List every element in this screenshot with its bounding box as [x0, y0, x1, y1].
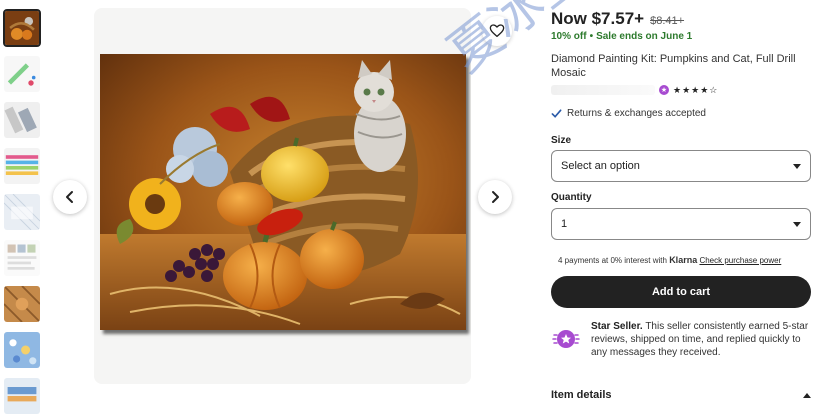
product-title: Diamond Painting Kit: Pumpkins and Cat, …: [551, 53, 796, 79]
returns-label: Returns & exchanges accepted: [567, 108, 706, 119]
main-image-viewer: [94, 8, 471, 384]
star-seller-text: Star Seller. This seller consistently ea…: [591, 320, 813, 359]
thumbnail-strip: [0, 6, 46, 414]
thumbnail-3[interactable]: [3, 101, 41, 139]
sale-info: 10% off • Sale ends on June 1: [551, 31, 693, 42]
thumbnail-1[interactable]: [3, 9, 41, 47]
size-label: Size: [551, 135, 572, 146]
klarna-info: 4 payments at 0% interest with Klarna Ch…: [558, 255, 781, 265]
discount-label: 10% off: [551, 31, 587, 42]
caret-down-icon: [793, 163, 801, 169]
caret-down-icon: [793, 221, 801, 227]
star-seller-badge: Star Seller.: [591, 321, 643, 332]
returns-policy: Returns & exchanges accepted: [551, 108, 706, 119]
klarna-prefix: 4 payments at 0% interest with: [558, 256, 667, 265]
item-details-toggle[interactable]: Item details: [551, 389, 811, 401]
chevron-left-icon: [66, 191, 73, 203]
quantity-select[interactable]: 1: [551, 208, 811, 240]
star-seller-info: Star Seller. This seller consistently ea…: [551, 320, 813, 359]
thumbnail-9[interactable]: [3, 377, 41, 415]
quantity-select-value: 1: [561, 218, 568, 230]
favorite-button[interactable]: [482, 16, 512, 46]
thumbnail-5[interactable]: [3, 193, 41, 231]
sale-end-label: Sale ends on June 1: [596, 31, 693, 42]
price-row: Now $7.57+ $8.41+: [551, 9, 684, 29]
rating-stars[interactable]: ★★★★☆: [673, 85, 718, 96]
size-select-value: Select an option: [561, 160, 640, 172]
klarna-link[interactable]: Check purchase power: [699, 256, 781, 265]
chevron-up-icon: [803, 392, 811, 398]
chevron-right-icon: [492, 191, 499, 203]
star-seller-badge-icon: ★: [659, 85, 669, 95]
previous-image-button[interactable]: [53, 180, 87, 214]
klarna-brand: Klarna: [669, 255, 698, 265]
size-select[interactable]: Select an option: [551, 150, 811, 182]
current-price: Now $7.57+: [551, 9, 645, 28]
item-details-label: Item details: [551, 389, 612, 401]
product-info-panel: Now $7.57+ $8.41+ 10% off • Sale ends on J…: [551, 0, 813, 402]
thumbnail-4[interactable]: [3, 147, 41, 185]
original-price: $8.41+: [650, 15, 685, 27]
star-seller-icon: [552, 330, 580, 348]
thumbnail-8[interactable]: [3, 331, 41, 369]
add-to-cart-button[interactable]: Add to cart: [551, 276, 811, 308]
shop-rating-row: ★ ★★★★☆: [551, 84, 813, 96]
next-image-button[interactable]: [478, 180, 512, 214]
thumbnail-2[interactable]: [3, 55, 41, 93]
quantity-label: Quantity: [551, 192, 592, 203]
heart-icon: [489, 24, 505, 37]
shop-name-redacted[interactable]: [551, 85, 655, 95]
thumbnail-6[interactable]: [3, 239, 41, 277]
thumbnail-7[interactable]: [3, 285, 41, 323]
product-image[interactable]: [100, 54, 466, 330]
check-icon: [551, 109, 562, 118]
